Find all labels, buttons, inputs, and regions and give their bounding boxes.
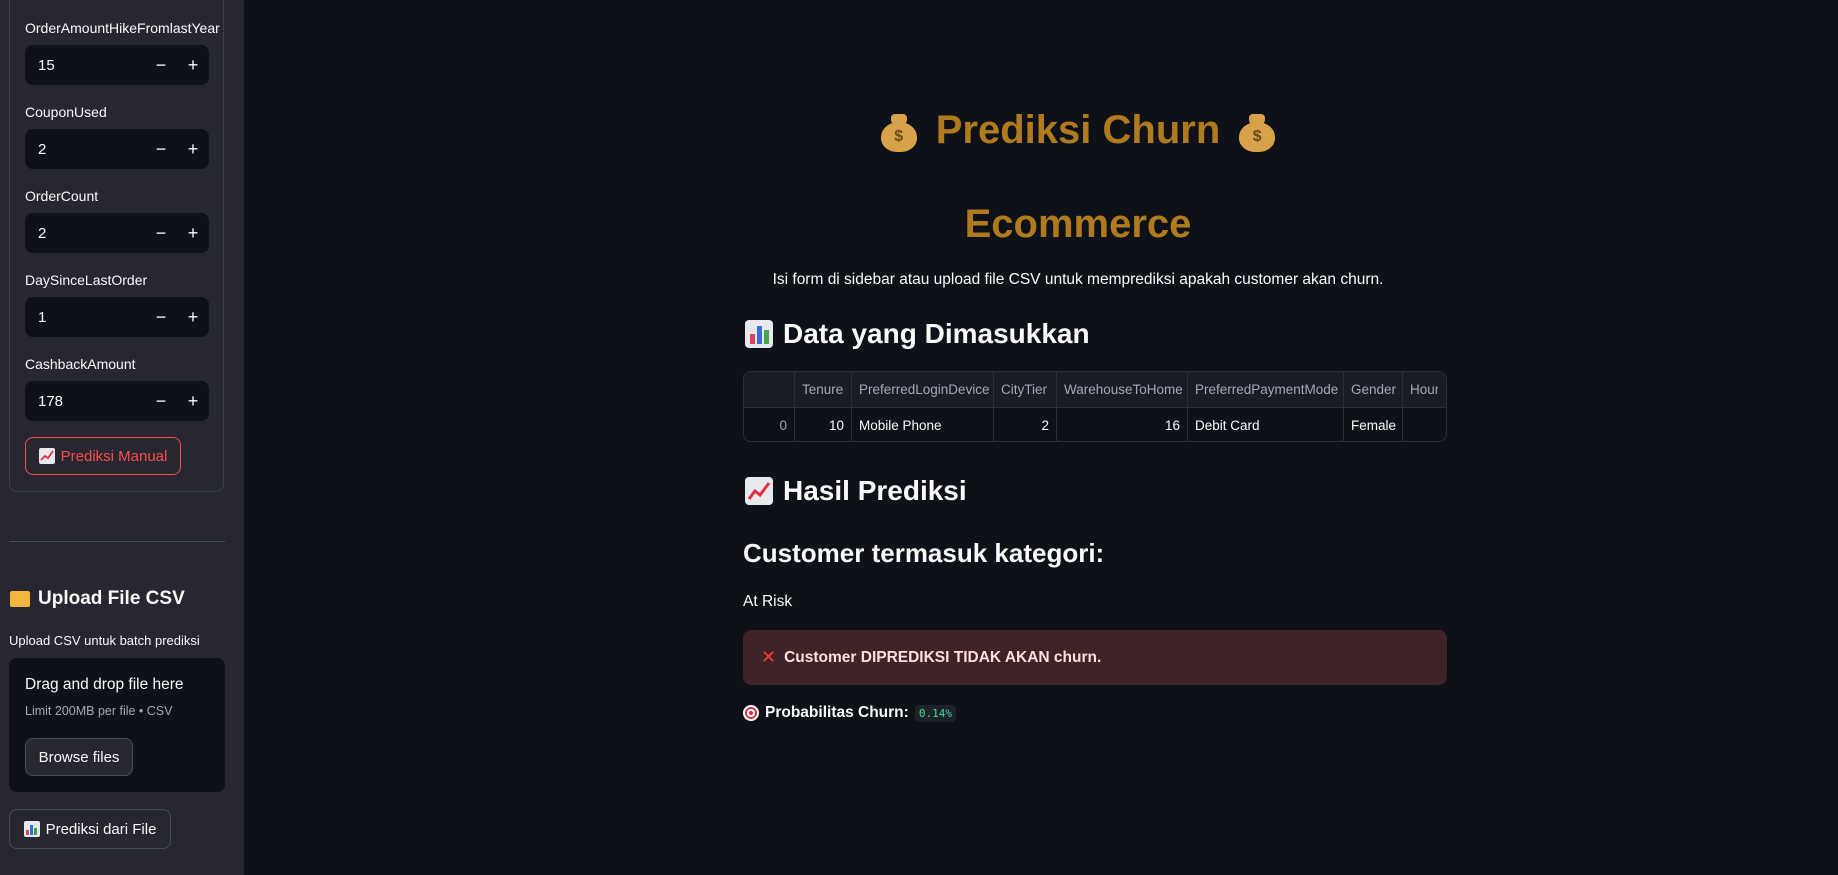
field-label-order-count: OrderCount [25,188,99,204]
order-amount-hike-stepper[interactable]: 15 − + [25,45,209,85]
decrement-button[interactable]: − [145,129,177,169]
table-cell[interactable] [1403,408,1438,441]
decrement-button[interactable]: − [145,297,177,337]
upload-caption: Upload CSV untuk batch prediksi [9,633,200,648]
cashback-amount-stepper[interactable]: 178 − + [25,381,209,421]
increment-button[interactable]: + [177,297,209,337]
table-header-cell[interactable]: Hour [1403,372,1438,407]
table-header-cell[interactable]: WarehouseToHome [1057,372,1188,407]
stepper-value[interactable]: 15 [25,57,145,74]
predict-from-file-label: Prediksi dari File [45,820,157,838]
data-section-heading: Data yang Dimasukkan [745,318,1090,350]
predict-from-file-button[interactable]: Prediksi dari File [9,809,171,849]
stepper-value[interactable]: 1 [25,309,145,326]
dropzone-title: Drag and drop file here [25,676,184,693]
data-section-heading-text: Data yang Dimasukkan [783,318,1090,349]
predict-manual-label: Prediksi Manual [60,447,168,465]
coupon-used-stepper[interactable]: 2 − + [25,129,209,169]
money-bag-icon: $ [1238,110,1276,152]
table-cell[interactable]: 10 [795,408,852,441]
category-value: At Risk [743,593,793,610]
browse-files-button[interactable]: Browse files [25,738,133,776]
page-title: $ Prediksi Churn $ [743,108,1413,153]
churn-probability-label: Probabilitas Churn: [765,704,909,721]
field-label-cashback-amount: CashbackAmount [25,356,136,372]
churn-probability-value: 0.14% [914,704,956,722]
bar-chart-icon [23,821,40,837]
table-header-cell[interactable]: Tenure [795,372,852,407]
page-title-text: Prediksi Churn [935,108,1221,152]
churn-probability: Probabilitas Churn: 0.14% [743,704,956,722]
sidebar-divider [9,541,225,542]
decrement-button[interactable]: − [145,213,177,253]
result-section-heading-text: Hasil Prediksi [783,475,967,506]
result-section-heading: Hasil Prediksi [745,475,967,507]
decrement-button[interactable]: − [145,381,177,421]
table-header-cell[interactable]: PreferredPaymentMode [1188,372,1344,407]
table-cell[interactable]: 16 [1057,408,1188,441]
prediction-alert-text: Customer DIPREDIKSI TIDAK AKAN churn. [784,648,1102,666]
table-header-cell[interactable]: Gender [1344,372,1403,407]
table-cell[interactable]: Female [1344,408,1403,441]
increment-button[interactable]: + [177,381,209,421]
stepper-value[interactable]: 178 [25,393,145,410]
table-header-row: Tenure PreferredLoginDevice CityTier War… [744,372,1446,408]
decrement-button[interactable]: − [145,45,177,85]
table-header-cell[interactable] [744,372,795,407]
table-header-cell[interactable]: PreferredLoginDevice [852,372,994,407]
dropzone-limit: Limit 200MB per file • CSV [25,704,173,718]
table-header-cell[interactable]: CityTier [994,372,1057,407]
input-data-table[interactable]: Tenure PreferredLoginDevice CityTier War… [743,371,1447,442]
sidebar: OrderAmountHikeFromlastYear 15 − + Coupo… [0,0,244,875]
bar-chart-icon [745,320,773,348]
stepper-value[interactable]: 2 [25,225,145,242]
predict-manual-button[interactable]: Prediksi Manual [25,437,181,475]
upload-heading-text: Upload File CSV [38,588,185,609]
increment-button[interactable]: + [177,45,209,85]
field-label-order-amount-hike: OrderAmountHikeFromlastYear [25,20,220,36]
table-cell[interactable]: Mobile Phone [852,408,994,441]
field-label-coupon-used: CouponUsed [25,104,107,120]
day-since-last-order-stepper[interactable]: 1 − + [25,297,209,337]
page-subtitle: Isi form di sidebar atau upload file CSV… [772,271,1384,288]
prediction-alert: ✕ Customer DIPREDIKSI TIDAK AKAN churn. [743,630,1447,685]
page-title-line2: Ecommerce [964,202,1192,246]
folder-icon [10,591,30,607]
stepper-value[interactable]: 2 [25,141,145,158]
money-bag-icon: $ [880,110,918,152]
cross-mark-icon: ✕ [761,647,777,667]
order-count-stepper[interactable]: 2 − + [25,213,209,253]
table-row[interactable]: 0 10 Mobile Phone 2 16 Debit Card Female [744,408,1446,441]
table-cell[interactable]: Debit Card [1188,408,1344,441]
table-cell[interactable]: 2 [994,408,1057,441]
increment-button[interactable]: + [177,129,209,169]
chart-increasing-icon [745,477,773,505]
field-label-day-since-last-order: DaySinceLastOrder [25,272,148,288]
table-index-cell: 0 [744,408,795,441]
category-heading: Customer termasuk kategori: [743,538,1105,568]
chart-increasing-icon [38,448,55,464]
increment-button[interactable]: + [177,213,209,253]
file-dropzone[interactable]: Drag and drop file here Limit 200MB per … [9,658,225,792]
upload-heading: Upload File CSV [10,588,185,610]
target-icon [743,705,759,721]
